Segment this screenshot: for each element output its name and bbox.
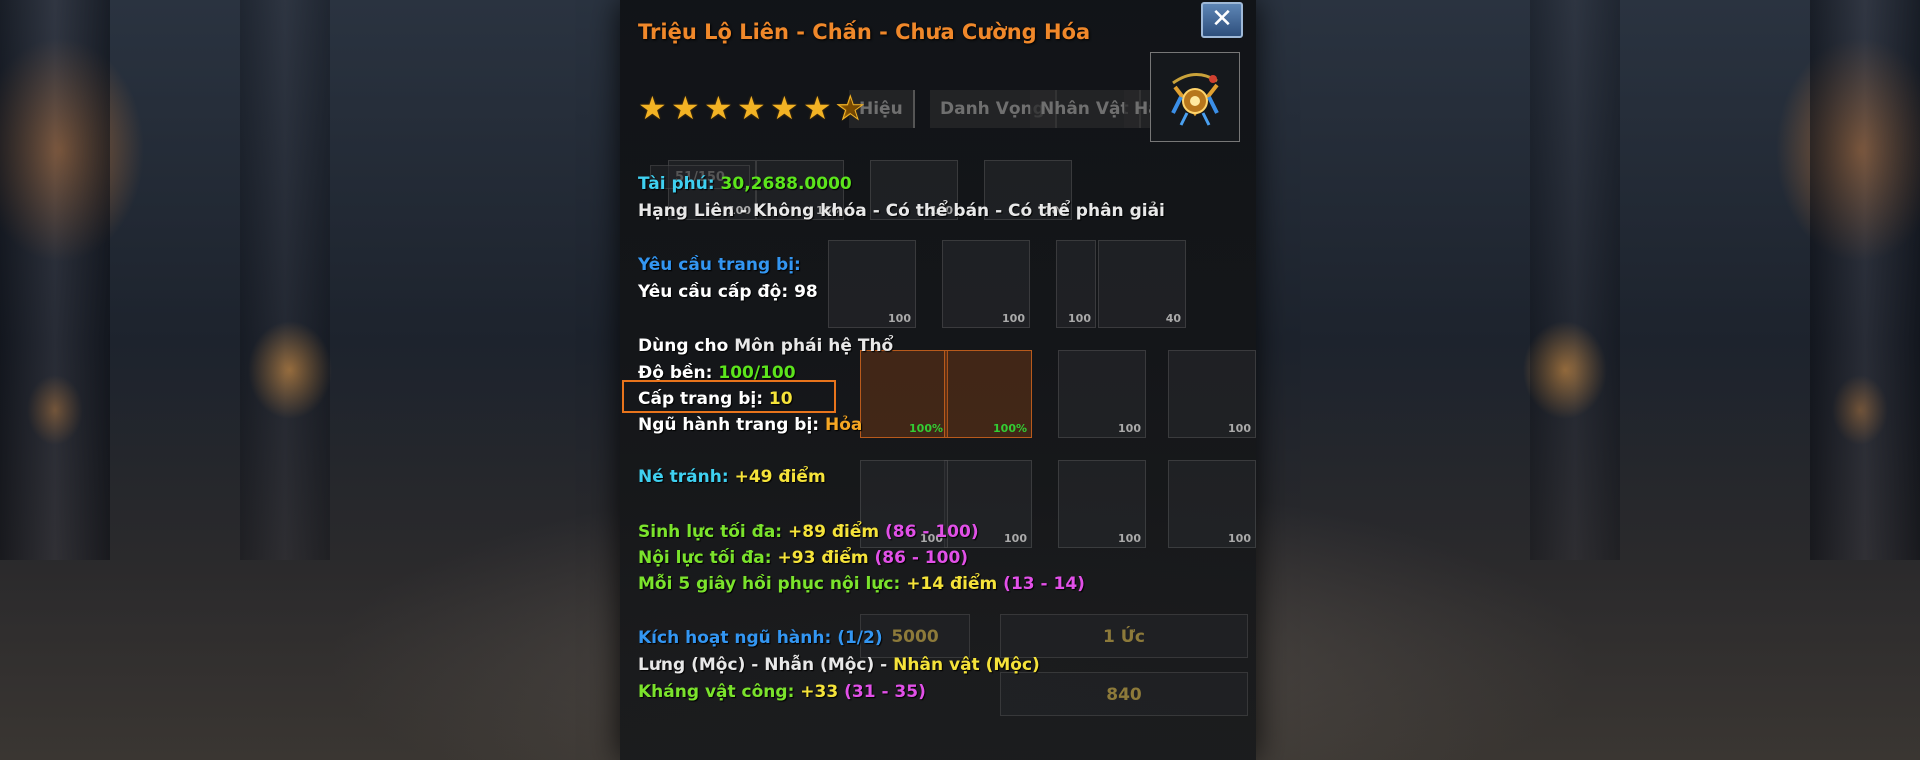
item-icon-frame xyxy=(1150,52,1240,142)
element-value: Hỏa xyxy=(825,415,863,435)
regen-range: (13 - 14) xyxy=(1003,574,1085,594)
right-pillar-2 xyxy=(1530,0,1620,560)
star-icon: ★ xyxy=(803,89,832,127)
resist-line: Kháng vật công: +33 (31 - 35) xyxy=(638,682,926,702)
binding-line: Hạng Liên - Không khóa - Có thể bán - Có… xyxy=(638,201,1165,221)
element-label: Ngũ hành trang bị: xyxy=(638,415,825,435)
right-pillar xyxy=(1810,0,1920,560)
resist-label: Kháng vật công: xyxy=(638,682,801,702)
star-icon: ★ xyxy=(737,89,766,127)
star-icon: ★ xyxy=(704,89,733,127)
resist-value: +33 xyxy=(800,682,845,702)
element-line: Ngũ hành trang bị: Hỏa xyxy=(638,415,862,435)
set-part-active: Nhân vật (Mộc) xyxy=(893,655,1040,675)
set-line: Lưng (Mộc) - Nhẫn (Mộc) - Nhân vật (Mộc) xyxy=(638,655,1040,675)
close-button[interactable]: ✕ xyxy=(1201,2,1243,38)
activation-value: (1/2) xyxy=(837,628,883,648)
half-star-icon: ★ xyxy=(836,89,866,127)
resist-range: (31 - 35) xyxy=(844,682,926,702)
mp-label: Nội lực tối đa: xyxy=(638,548,778,568)
usage-line: Dùng cho Môn phái hệ Thổ xyxy=(638,336,893,356)
regen-label: Mỗi 5 giây hồi phục nội lực: xyxy=(638,574,907,594)
regen-line: Mỗi 5 giây hồi phục nội lực: +14 điểm (1… xyxy=(638,574,1085,594)
mp-line: Nội lực tối đa: +93 điểm (86 - 100) xyxy=(638,548,968,568)
hp-range: (86 - 100) xyxy=(885,522,979,542)
usage-value: Môn phái hệ Thổ xyxy=(734,336,894,356)
regen-value: +14 điểm xyxy=(906,574,1004,594)
wealth-line: Tài phú: 30,2688.0000 xyxy=(638,174,852,194)
hp-value: +89 điểm xyxy=(788,522,886,542)
dodge-value: +49 điểm xyxy=(734,467,826,487)
hp-line: Sinh lực tối đa: +89 điểm (86 - 100) xyxy=(638,522,979,542)
hp-label: Sinh lực tối đa: xyxy=(638,522,789,542)
dodge-line: Né tránh: +49 điểm xyxy=(638,467,826,487)
mp-value: +93 điểm xyxy=(777,548,875,568)
wealth-label: Tài phú: xyxy=(638,174,715,194)
level-requirement: Yêu cầu cấp độ: 98 xyxy=(638,282,818,302)
usage-prefix: Dùng cho xyxy=(638,336,735,356)
item-necklace-icon xyxy=(1171,73,1219,126)
left-pillar xyxy=(0,0,110,560)
star-icon: ★ xyxy=(638,89,667,127)
set-part-inactive: Lưng (Mộc) - Nhẫn (Mộc) - xyxy=(638,655,894,675)
activation-label: Kích hoạt ngũ hành: xyxy=(638,628,838,648)
dodge-label: Né tránh: xyxy=(638,467,735,487)
left-pillar-2 xyxy=(240,0,330,560)
mp-range: (86 - 100) xyxy=(874,548,969,568)
item-title: Triệu Lộ Liên - Chấn - Chưa Cường Hóa xyxy=(638,20,1091,44)
star-icon: ★ xyxy=(770,89,799,127)
activation-line: Kích hoạt ngũ hành: (1/2) xyxy=(638,628,883,648)
requirement-header: Yêu cầu trang bị: xyxy=(638,255,801,275)
equip-level-highlight xyxy=(622,380,836,413)
wealth-value: 30,2688.0000 xyxy=(720,174,852,194)
close-icon: ✕ xyxy=(1211,4,1233,34)
star-icon: ★ xyxy=(671,89,700,127)
